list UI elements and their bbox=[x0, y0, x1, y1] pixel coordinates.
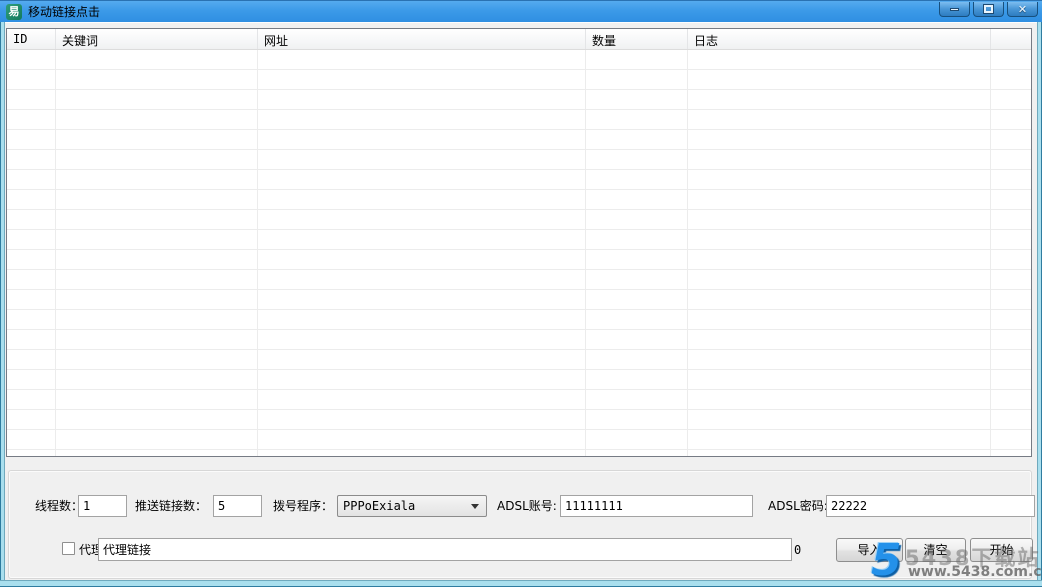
clear-button[interactable]: 清空 bbox=[905, 538, 966, 562]
proxy-count: 0 bbox=[794, 538, 801, 562]
column-separator bbox=[55, 50, 56, 456]
push-links-input[interactable] bbox=[213, 495, 262, 517]
push-links-label: 推送链接数： bbox=[135, 495, 207, 517]
threads-label: 线程数： bbox=[35, 495, 83, 517]
column-separator bbox=[257, 50, 258, 456]
maximize-icon bbox=[984, 5, 993, 13]
app-window: 易 移动链接点击 ✕ ID 关键词 网址 数量 日志 bbox=[0, 0, 1042, 587]
settings-groupbox bbox=[8, 470, 1032, 579]
threads-input[interactable] bbox=[78, 495, 127, 517]
import-button[interactable]: 导入 bbox=[836, 538, 903, 562]
window-title: 移动链接点击 bbox=[28, 1, 100, 23]
dialer-select[interactable]: PPPoExiala bbox=[337, 495, 487, 517]
column-separator bbox=[585, 50, 586, 456]
column-header-keyword[interactable]: 关键词 bbox=[56, 29, 258, 49]
client-area: ID 关键词 网址 数量 日志 线程数： 推送链接数： 拨号程序： PP bbox=[5, 22, 1037, 580]
chevron-down-icon bbox=[471, 504, 479, 509]
column-header-url[interactable]: 网址 bbox=[258, 29, 586, 49]
proxy-link-input[interactable] bbox=[98, 538, 792, 561]
minimize-button[interactable] bbox=[939, 2, 970, 17]
adsl-account-label: ADSL账号: bbox=[497, 495, 557, 517]
titlebar[interactable]: 易 移动链接点击 ✕ bbox=[0, 0, 1042, 22]
window-border-bottom bbox=[0, 580, 1042, 587]
adsl-account-input[interactable] bbox=[560, 495, 753, 517]
column-separator bbox=[990, 50, 991, 456]
start-button[interactable]: 开始 bbox=[970, 538, 1033, 562]
column-header-log[interactable]: 日志 bbox=[688, 29, 991, 49]
table-header-row: ID 关键词 网址 数量 日志 bbox=[7, 29, 1031, 50]
proxy-link-checkbox[interactable] bbox=[62, 542, 75, 555]
close-icon: ✕ bbox=[1018, 4, 1027, 15]
adsl-password-label: ADSL密码: bbox=[768, 495, 828, 517]
minimize-icon bbox=[950, 8, 959, 11]
dialer-label: 拨号程序： bbox=[273, 495, 333, 517]
table-body-empty[interactable] bbox=[7, 50, 1031, 456]
link-list-table[interactable]: ID 关键词 网址 数量 日志 bbox=[6, 28, 1032, 457]
column-separator bbox=[687, 50, 688, 456]
window-border-right bbox=[1037, 22, 1042, 580]
window-controls: ✕ bbox=[939, 2, 1038, 17]
column-header-quantity[interactable]: 数量 bbox=[586, 29, 688, 49]
column-header-filler bbox=[991, 29, 1031, 49]
close-button[interactable]: ✕ bbox=[1007, 2, 1038, 17]
maximize-button[interactable] bbox=[973, 2, 1004, 17]
column-header-id[interactable]: ID bbox=[7, 29, 56, 49]
dialer-selected-value: PPPoExiala bbox=[343, 499, 415, 513]
app-icon: 易 bbox=[6, 4, 22, 20]
adsl-password-input[interactable] bbox=[826, 495, 1035, 517]
